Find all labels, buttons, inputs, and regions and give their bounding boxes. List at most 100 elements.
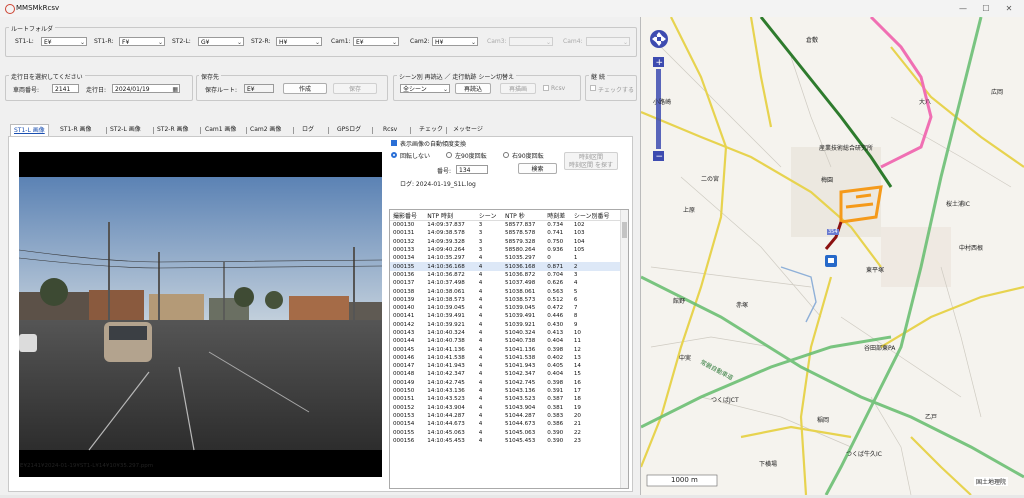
st2l-combo[interactable]: G¥ ⌄ bbox=[198, 37, 244, 46]
table-row[interactable]: 000131 14:09:38.578 3 58578.578 0.741 103 bbox=[390, 229, 620, 237]
tab-st2r[interactable]: ST2-R 画像 bbox=[157, 124, 189, 136]
table-cell: 51036.872 bbox=[505, 271, 536, 278]
column-header[interactable]: NTP 時刻 bbox=[424, 210, 476, 221]
table-row[interactable]: 000150 14:10:43.136 4 51043.136 0.391 17 bbox=[390, 387, 620, 395]
table-row[interactable]: 000133 14:09:40.264 3 58580.264 0.936 105 bbox=[390, 246, 620, 254]
window-title: MMSMkRcsv bbox=[16, 4, 60, 12]
save-legend: 保存先 bbox=[199, 72, 222, 81]
table-row[interactable]: 000148 14:10:42.347 4 51042.347 0.404 15 bbox=[390, 370, 620, 378]
number-field[interactable]: 134 bbox=[456, 165, 488, 174]
tab-st1r[interactable]: ST1-R 画像 bbox=[60, 124, 92, 136]
reload-button[interactable]: 再読込 bbox=[455, 83, 491, 94]
map-label-inaoka: 稲岡 bbox=[817, 417, 830, 424]
table-cell: 0.390 bbox=[547, 429, 564, 436]
map-label-higashi-hiratsuka: 東平塚 bbox=[866, 267, 885, 274]
table-row[interactable]: 000140 14:10:39.045 4 51039.045 0.472 7 bbox=[390, 304, 620, 312]
table-cell: 51043.523 bbox=[505, 396, 536, 403]
cam3-label: Cam3: bbox=[487, 38, 507, 45]
table-row[interactable]: 000156 14:10:45.453 4 51045.453 0.390 23 bbox=[390, 437, 620, 445]
table-cell: 4 bbox=[478, 363, 483, 370]
st2r-label: ST2-R: bbox=[251, 38, 271, 45]
column-header[interactable]: シーン別番号 bbox=[570, 210, 620, 221]
table-row[interactable]: 000141 14:10:39.491 4 51039.491 0.446 8 bbox=[390, 312, 620, 320]
frame-table[interactable]: 撮影番号 NTP 時刻 シーン NTP 秒時刻差 シーン別番号 000130 14:09:… bbox=[389, 209, 629, 489]
column-header[interactable]: 時刻差 bbox=[544, 210, 571, 221]
table-cell: 4 bbox=[478, 288, 483, 295]
table-row[interactable]: 000134 14:10:35.297 4 51035.297 0 1 bbox=[390, 254, 620, 262]
map-label-umezono: 梅園 bbox=[821, 177, 834, 184]
map-label-shimoyokoba: 下横場 bbox=[759, 461, 778, 468]
table-row[interactable]: 000145 14:10:41.136 4 51041.136 0.398 12 bbox=[390, 345, 620, 353]
table-row[interactable]: 000144 14:10:40.738 4 51040.738 0.404 11 bbox=[390, 337, 620, 345]
tab-check[interactable]: チェック bbox=[419, 124, 443, 136]
st1l-combo[interactable]: E¥ ⌄ bbox=[41, 37, 87, 46]
table-row[interactable]: 000147 14:10:41.943 4 51041.943 0.405 14 bbox=[390, 362, 620, 370]
table-cell: 1 bbox=[573, 255, 578, 262]
tab-st2l[interactable]: ST2-L 画像 bbox=[110, 124, 141, 136]
table-cell: 0.390 bbox=[547, 437, 564, 444]
tab-cam1[interactable]: Cam1 画像 bbox=[205, 124, 236, 136]
table-cell: 4 bbox=[478, 338, 483, 345]
tab-message[interactable]: メッセージ bbox=[453, 124, 483, 136]
maximize-button[interactable]: ☐ bbox=[975, 2, 997, 15]
rotate-none-radio[interactable] bbox=[391, 152, 397, 158]
tab-rcsv[interactable]: Rcsv bbox=[383, 124, 397, 136]
table-cell: 51043.904 bbox=[505, 404, 536, 411]
cam2-combo[interactable]: H¥ ⌄ bbox=[432, 37, 478, 46]
map-label-akatsuka: 赤塚 bbox=[736, 302, 749, 309]
scene-select[interactable]: 全シーン ⌄ bbox=[400, 84, 450, 93]
cam1-combo[interactable]: E¥ ⌄ bbox=[353, 37, 399, 46]
table-row[interactable]: 000149 14:10:42.745 4 51042.745 0.398 16 bbox=[390, 379, 620, 387]
table-row[interactable]: 000146 14:10:41.538 4 51041.538 0.402 13 bbox=[390, 354, 620, 362]
st1r-combo[interactable]: F¥ ⌄ bbox=[119, 37, 165, 46]
tab-log[interactable]: ログ bbox=[302, 124, 314, 136]
scrollbar-thumb[interactable] bbox=[622, 222, 627, 238]
auto-rotate-checkbox[interactable] bbox=[391, 140, 397, 146]
table-row[interactable]: 000132 14:09:39.328 3 58579.328 0.750 104 bbox=[390, 238, 620, 246]
table-cell: 51041.943 bbox=[505, 363, 536, 370]
table-cell: 14:10:41.136 bbox=[427, 346, 465, 353]
table-cell: 7 bbox=[573, 305, 578, 312]
table-row[interactable]: 000138 14:10:38.061 4 51038.061 0.563 5 bbox=[390, 287, 620, 295]
table-row[interactable]: 000130 14:09:37.837 3 58577.837 0.734 102 bbox=[390, 221, 620, 230]
column-header[interactable]: シーン bbox=[475, 210, 503, 221]
table-row[interactable]: 000151 14:10:43.523 4 51043.523 0.387 18 bbox=[390, 395, 620, 403]
map-scale: 1000 m bbox=[671, 476, 698, 484]
tab-gps-log[interactable]: GPSログ bbox=[337, 124, 361, 136]
table-row[interactable]: 000153 14:10:44.287 4 51044.287 0.383 20 bbox=[390, 412, 620, 420]
table-cell: 14:09:37.837 bbox=[427, 222, 465, 229]
close-button[interactable]: ✕ bbox=[998, 2, 1020, 15]
date-picker[interactable]: 2024/01/19 ▦ bbox=[112, 84, 180, 93]
minimize-button[interactable]: — bbox=[952, 2, 974, 15]
table-row[interactable]: 000154 14:10:44.673 4 51044.673 0.386 21 bbox=[390, 420, 620, 428]
table-scrollbar[interactable] bbox=[620, 210, 628, 488]
table-row[interactable]: 000155 14:10:45.063 4 51045.063 0.390 22 bbox=[390, 428, 620, 436]
table-row[interactable]: 000152 14:10:43.904 4 51043.904 0.381 19 bbox=[390, 404, 620, 412]
table-row[interactable]: 000135 14:10:36.168 4 51036.168 0.871 2 bbox=[390, 262, 620, 271]
column-header[interactable]: NTP 秒 bbox=[502, 210, 545, 221]
map-view[interactable]: + − 倉敷 大八 広岡 小路崎 産業技術総合研究所 二の宮 梅園 上原 桜土浦… bbox=[641, 17, 1024, 495]
vehicle-number-field[interactable]: 2141 bbox=[52, 84, 79, 93]
table-row[interactable]: 000143 14:10:40.324 4 51040.324 0.413 10 bbox=[390, 329, 620, 337]
table-cell: 4 bbox=[478, 388, 483, 395]
table-cell: 51043.136 bbox=[505, 388, 536, 395]
table-row[interactable]: 000136 14:10:36.872 4 51036.872 0.704 3 bbox=[390, 271, 620, 279]
table-cell: 4 bbox=[478, 321, 483, 328]
table-cell: 14:10:45.453 bbox=[427, 437, 465, 444]
create-button[interactable]: 作成 bbox=[283, 83, 327, 94]
table-cell: 14:10:44.287 bbox=[427, 412, 465, 419]
column-header[interactable]: 撮影番号 bbox=[390, 210, 425, 221]
rotate-right-radio[interactable] bbox=[503, 152, 509, 158]
table-row[interactable]: 000142 14:10:39.921 4 51039.921 0.430 9 bbox=[390, 321, 620, 329]
save-route-field: E¥ bbox=[244, 84, 274, 93]
svg-text:+: + bbox=[656, 58, 664, 68]
st2r-combo[interactable]: H¥ ⌄ bbox=[276, 37, 322, 46]
table-row[interactable]: 000139 14:10:38.573 4 51038.573 0.512 6 bbox=[390, 296, 620, 304]
table-cell: 000139 bbox=[393, 296, 415, 303]
continue-checkbox bbox=[590, 85, 596, 91]
search-button[interactable]: 検索 bbox=[518, 163, 557, 174]
table-row[interactable]: 000137 14:10:37.498 4 51037.498 0.626 4 bbox=[390, 279, 620, 287]
app-icon bbox=[5, 4, 15, 14]
tab-cam2[interactable]: Cam2 画像 bbox=[250, 124, 281, 136]
rotate-left-radio[interactable] bbox=[446, 152, 452, 158]
